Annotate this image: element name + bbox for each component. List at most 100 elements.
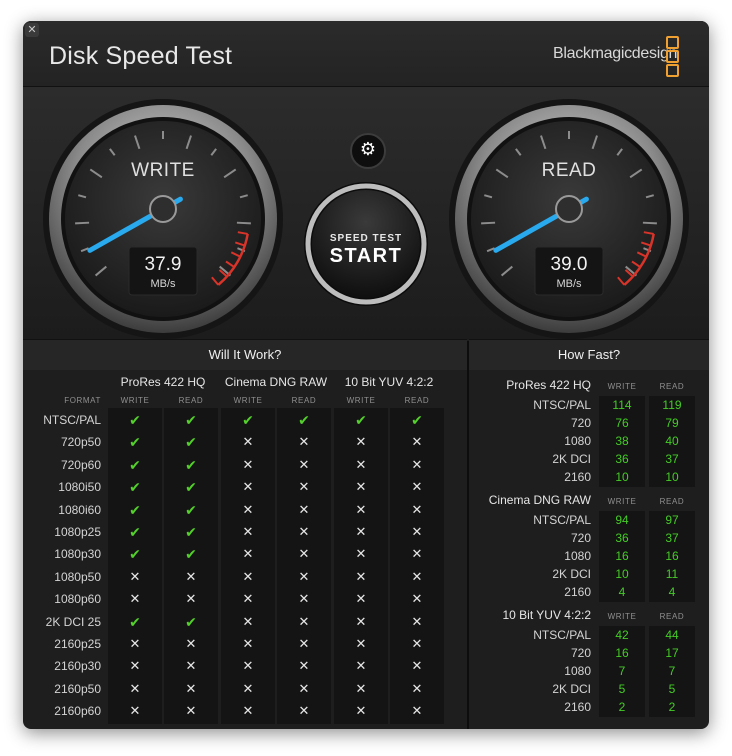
speed-row-label: 2160 xyxy=(564,585,591,599)
column-background xyxy=(221,408,275,724)
app-window: ✕ Disk Speed Test Blackmagicdesign WRITE… xyxy=(23,21,709,729)
speed-group-title: 10 Bit YUV 4:2:2 xyxy=(502,608,592,622)
check-icon: ✔ xyxy=(129,501,141,518)
cross-icon: ✕ xyxy=(185,658,197,674)
check-icon: ✔ xyxy=(185,456,197,473)
speed-row-label: NTSC/PAL xyxy=(533,398,591,412)
speed-row-label: 1080 xyxy=(564,434,591,448)
cross-icon: ✕ xyxy=(355,501,367,517)
cross-icon: ✕ xyxy=(242,658,254,674)
read-speed-value: 97 xyxy=(665,513,679,527)
format-row-label: 1080i60 xyxy=(58,502,101,517)
write-speed-value: 10 xyxy=(615,470,629,484)
format-row-label: 2160p25 xyxy=(54,637,101,651)
cross-icon: ✕ xyxy=(411,591,423,607)
brand-logo-icon xyxy=(666,36,680,77)
read-column-header: READ xyxy=(291,396,317,405)
write-value: 37.9 xyxy=(144,254,182,275)
cross-icon: ✕ xyxy=(355,456,367,472)
cross-icon: ✕ xyxy=(355,524,367,539)
speed-row-label: 2K DCI xyxy=(552,682,591,696)
check-icon: ✔ xyxy=(129,434,141,451)
cross-icon: ✕ xyxy=(298,680,310,696)
will-it-work-panel: ProRes 422 HQ WRITE READ Cinema DNG RAW WRIT… xyxy=(23,370,467,729)
cross-icon: ✕ xyxy=(129,568,141,584)
cross-icon: ✕ xyxy=(242,680,254,696)
read-speed-value: 37 xyxy=(665,452,679,466)
write-gauge-hub xyxy=(149,195,177,223)
format-row-label: 2160p60 xyxy=(54,704,101,719)
check-icon: ✔ xyxy=(411,412,423,428)
read-gauge-hub xyxy=(555,195,583,223)
check-icon: ✔ xyxy=(185,434,197,451)
cross-icon: ✕ xyxy=(298,568,310,584)
cross-icon: ✕ xyxy=(355,680,367,696)
cross-icon: ✕ xyxy=(298,456,310,472)
speed-write-header: WRITE xyxy=(607,497,637,506)
read-speed-value: 37 xyxy=(665,531,679,545)
speed-row-label: 720 xyxy=(570,646,591,660)
write-unit: MB/s xyxy=(150,278,176,290)
cross-icon: ✕ xyxy=(355,546,367,562)
cross-icon: ✕ xyxy=(411,680,423,696)
read-speed-value: 44 xyxy=(665,628,679,642)
write-speed-value: 94 xyxy=(615,513,629,527)
read-speed-value: 16 xyxy=(665,549,679,563)
cross-icon: ✕ xyxy=(411,658,423,674)
cross-icon: ✕ xyxy=(411,501,423,517)
start-button-label: START xyxy=(329,245,403,267)
cross-icon: ✕ xyxy=(411,479,423,495)
write-speed-value: 16 xyxy=(615,646,629,660)
cross-icon: ✕ xyxy=(355,636,367,651)
check-icon: ✔ xyxy=(185,412,197,428)
read-gauge xyxy=(449,99,689,339)
format-row-label: 1080p60 xyxy=(54,592,101,607)
write-speed-value: 76 xyxy=(615,416,629,430)
format-row-label: 1080i50 xyxy=(58,480,101,495)
check-icon: ✔ xyxy=(129,524,141,540)
format-column-header: FORMAT xyxy=(64,396,101,405)
cross-icon: ✕ xyxy=(242,456,254,472)
format-row-label: 1080p30 xyxy=(54,547,101,562)
speed-write-header: WRITE xyxy=(607,612,637,621)
cross-icon: ✕ xyxy=(185,591,197,607)
brand-name: Blackmagicdesign xyxy=(553,45,678,62)
settings-button[interactable]: ⚙ xyxy=(352,135,384,167)
cross-icon: ✕ xyxy=(298,636,310,651)
cross-icon: ✕ xyxy=(298,501,310,517)
speed-row-label: 2160 xyxy=(564,470,591,484)
check-icon: ✔ xyxy=(185,524,197,540)
cross-icon: ✕ xyxy=(355,613,367,629)
read-speed-value: 2 xyxy=(668,700,676,714)
cross-icon: ✕ xyxy=(411,456,423,472)
cross-icon: ✕ xyxy=(411,524,423,539)
format-row-label: 1080p50 xyxy=(54,569,101,584)
read-speed-value: 119 xyxy=(662,398,682,412)
cross-icon: ✕ xyxy=(242,591,254,607)
cross-icon: ✕ xyxy=(298,546,310,562)
read-speed-value: 5 xyxy=(668,682,676,696)
cross-icon: ✕ xyxy=(298,479,310,495)
speed-group-title: Cinema DNG RAW xyxy=(488,493,591,507)
gauge-tick xyxy=(75,221,90,225)
speed-row-label: 720 xyxy=(570,416,591,430)
check-icon: ✔ xyxy=(129,456,141,473)
start-button[interactable]: SPEED TEST START xyxy=(311,189,421,299)
write-gauge xyxy=(43,99,283,339)
speed-read-header: READ xyxy=(659,612,685,621)
read-speed-value: 17 xyxy=(665,646,679,660)
cross-icon: ✕ xyxy=(298,434,310,450)
format-group-title: 10 Bit YUV 4:2:2 xyxy=(344,375,434,389)
cross-icon: ✕ xyxy=(411,613,423,629)
speed-read-header: READ xyxy=(659,497,685,506)
check-icon: ✔ xyxy=(129,479,141,496)
close-button[interactable]: ✕ xyxy=(25,23,39,37)
read-speed-value: 79 xyxy=(665,416,679,430)
cross-icon: ✕ xyxy=(298,703,310,719)
gear-icon: ⚙ xyxy=(359,139,377,159)
how-fast-header: How Fast? xyxy=(469,339,709,370)
cross-icon: ✕ xyxy=(298,658,310,674)
format-row-label: 2160p50 xyxy=(54,681,101,696)
read-unit: MB/s xyxy=(556,278,582,290)
format-row-label: 720p50 xyxy=(60,435,101,450)
